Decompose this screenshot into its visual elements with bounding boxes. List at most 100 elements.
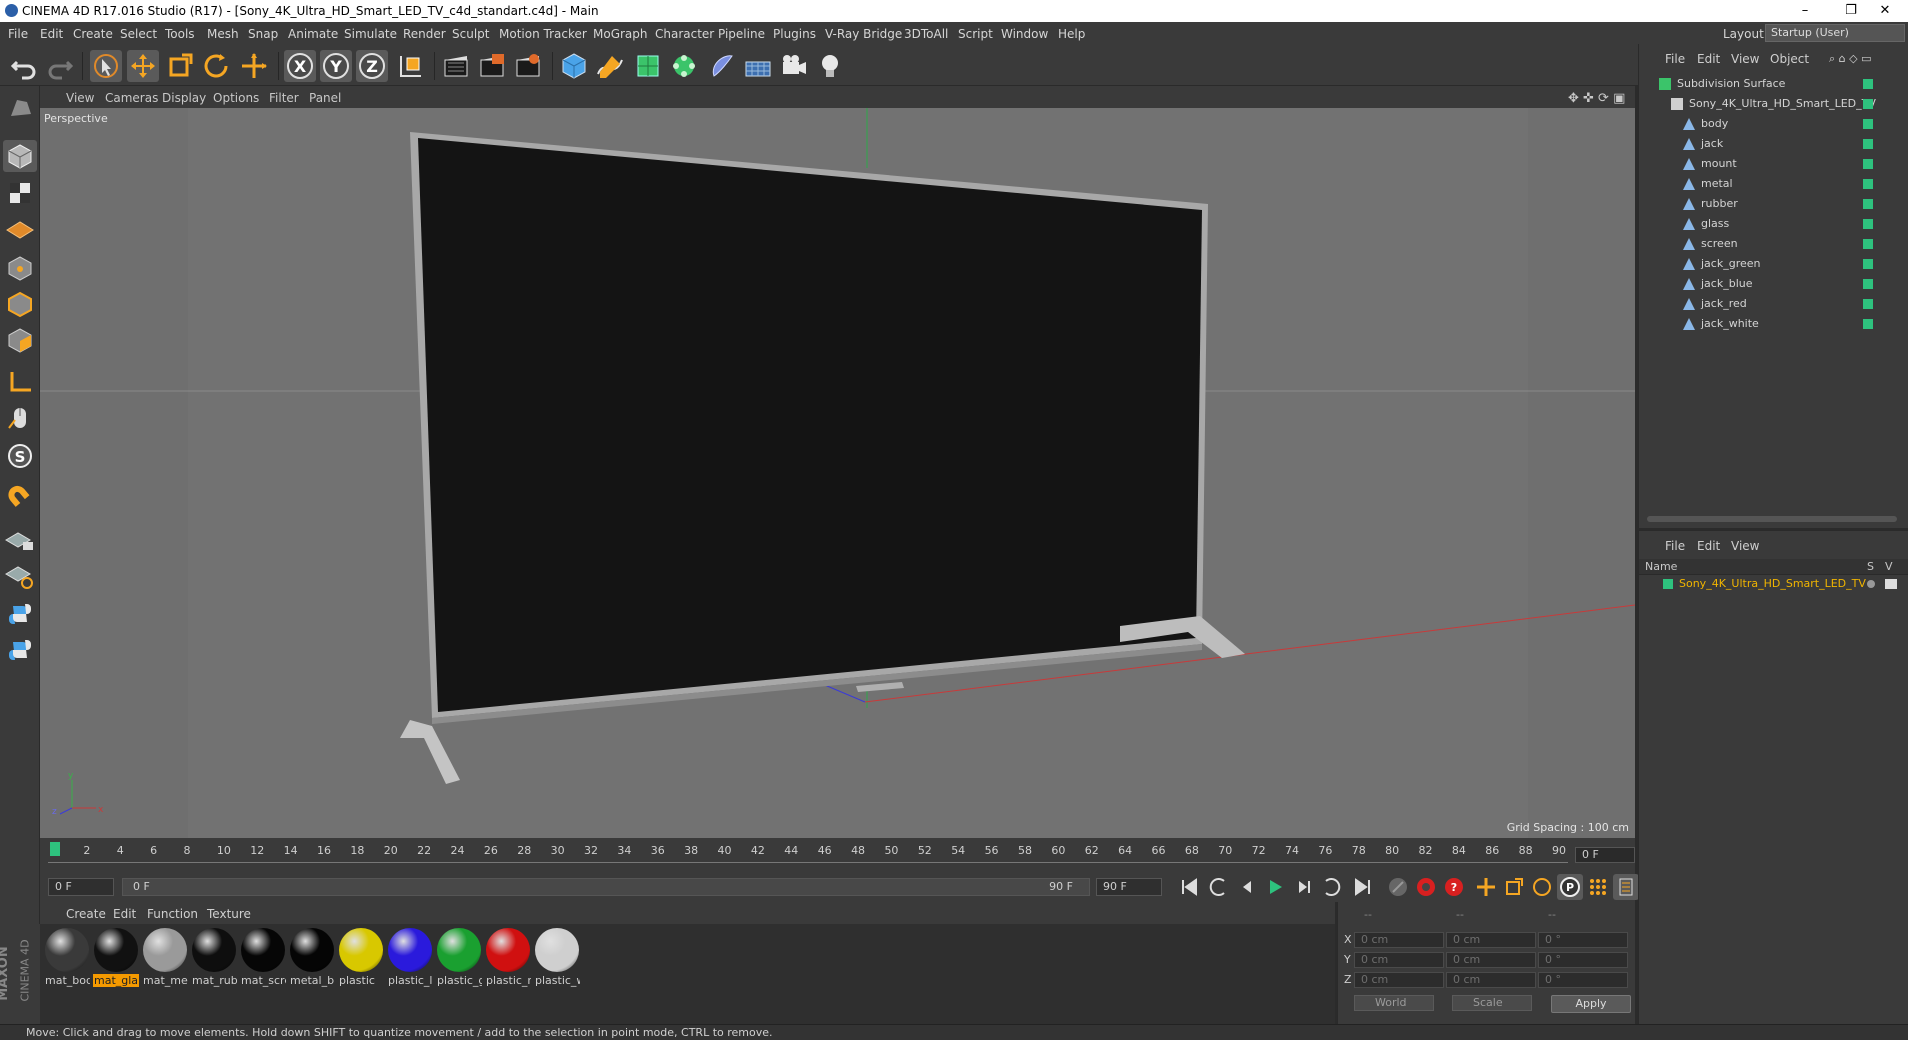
menu-3dtoall[interactable]: 3DToAll	[904, 27, 948, 41]
object-row[interactable]: jack	[1639, 134, 1877, 154]
loop-icon[interactable]	[1318, 874, 1344, 900]
layer-visibility-icon[interactable]	[1885, 579, 1897, 589]
menu-pipeline[interactable]: Pipeline	[718, 27, 765, 41]
menu-simulate[interactable]: Simulate	[344, 27, 397, 41]
workplane-lock-icon[interactable]	[3, 524, 37, 556]
material-item[interactable]: metal_b	[289, 928, 335, 987]
array-icon[interactable]	[668, 50, 700, 82]
layer-menu-edit[interactable]: Edit	[1697, 539, 1720, 553]
material-item[interactable]: plastic_g	[436, 928, 482, 987]
material-item[interactable]: mat_met	[142, 928, 188, 987]
object-menu-file[interactable]: File	[1665, 52, 1685, 66]
material-menu-texture[interactable]: Texture	[207, 907, 251, 921]
object-row[interactable]: mount	[1639, 154, 1877, 174]
object-enabled-check[interactable]	[1863, 119, 1873, 129]
menu-file[interactable]: File	[8, 27, 28, 41]
x-axis-icon[interactable]: X	[284, 50, 316, 82]
viewport-menu-options[interactable]: Options	[213, 91, 259, 105]
object-row-root[interactable]: Subdivision Surface	[1639, 74, 1877, 94]
menu-tools[interactable]: Tools	[165, 27, 195, 41]
object-enabled-check[interactable]	[1863, 279, 1873, 289]
z-axis-icon[interactable]: Z	[356, 50, 388, 82]
tweak-mode-icon[interactable]	[3, 402, 37, 434]
play-icon[interactable]	[1262, 874, 1288, 900]
key-position-icon[interactable]	[1473, 874, 1499, 900]
coord-value-field[interactable]: 0 cm	[1354, 932, 1444, 948]
object-enabled-check[interactable]	[1863, 319, 1873, 329]
layout-select[interactable]: Startup (User)	[1765, 24, 1905, 42]
object-enabled-check[interactable]	[1863, 239, 1873, 249]
record-keyframe-icon[interactable]	[1413, 874, 1439, 900]
undo-icon[interactable]	[8, 50, 40, 82]
polygons-mode-icon[interactable]	[3, 324, 37, 356]
object-manager-scrollbar[interactable]	[1647, 516, 1897, 522]
goto-end-icon[interactable]	[1350, 874, 1376, 900]
object-enabled-check[interactable]	[1863, 99, 1873, 109]
key-parameter-icon[interactable]: P	[1557, 874, 1583, 900]
render-view-icon[interactable]	[440, 50, 472, 82]
workplane-rotate-icon[interactable]	[3, 560, 37, 592]
menu-plugins[interactable]: Plugins	[773, 27, 816, 41]
menu-render[interactable]: Render	[403, 27, 446, 41]
autokey-icon[interactable]: ?	[1441, 874, 1467, 900]
edit-render-settings-icon[interactable]	[512, 50, 544, 82]
menu-sculpt[interactable]: Sculpt	[452, 27, 489, 41]
timeline-ruler[interactable]: 0246810121416182022242628303234363840424…	[40, 838, 1635, 872]
edges-mode-icon[interactable]	[3, 288, 37, 320]
model-mode-icon[interactable]	[3, 140, 37, 172]
object-row-group[interactable]: Sony_4K_Ultra_HD_Smart_LED_TV	[1639, 94, 1877, 114]
start-frame-field[interactable]: 0 F	[48, 878, 114, 896]
object-row[interactable]: jack_white	[1639, 314, 1877, 334]
points-mode-icon[interactable]	[3, 252, 37, 284]
menu-select[interactable]: Select	[120, 27, 157, 41]
end-frame-field[interactable]: 90 F	[1096, 878, 1162, 896]
material-item[interactable]: mat_bod	[44, 928, 90, 987]
cube-icon[interactable]	[558, 50, 590, 82]
coord-value-field[interactable]: 0 cm	[1354, 972, 1444, 988]
object-enabled-check[interactable]	[1863, 199, 1873, 209]
menu-snap[interactable]: Snap	[248, 27, 278, 41]
magnet-icon[interactable]	[3, 482, 37, 514]
layer-solo-icon[interactable]	[1867, 580, 1875, 588]
menu-help[interactable]: Help	[1058, 27, 1085, 41]
object-enabled-check[interactable]	[1863, 79, 1873, 89]
layer-menu-file[interactable]: File	[1665, 539, 1685, 553]
current-frame-field[interactable]: 0 F	[1575, 847, 1635, 863]
key-pla-icon[interactable]	[1585, 874, 1611, 900]
material-item[interactable]: plastic	[338, 928, 384, 987]
menu-character[interactable]: Character	[655, 27, 714, 41]
pen-spline-icon[interactable]	[594, 50, 626, 82]
render-picture-viewer-icon[interactable]	[476, 50, 508, 82]
coord-value-field[interactable]: 0 °	[1538, 932, 1628, 948]
perspective-viewport[interactable]: y z x Perspective Grid Spacing : 100 cm	[40, 108, 1635, 838]
python-script-icon[interactable]	[3, 598, 37, 630]
object-menu-edit[interactable]: Edit	[1697, 52, 1720, 66]
object-enabled-check[interactable]	[1863, 259, 1873, 269]
object-row[interactable]: screen	[1639, 234, 1877, 254]
viewport-menu-filter[interactable]: Filter	[269, 91, 299, 105]
deformer-icon[interactable]	[706, 50, 738, 82]
viewport-menu-panel[interactable]: Panel	[309, 91, 341, 105]
scale-icon[interactable]	[164, 50, 196, 82]
object-menu-object[interactable]: Object	[1770, 52, 1809, 66]
y-axis-icon[interactable]: Y	[320, 50, 352, 82]
viewport-menu-cameras[interactable]: Cameras	[105, 91, 158, 105]
viewport-menu-display[interactable]: Display	[162, 91, 206, 105]
coord-value-field[interactable]: 0 cm	[1446, 952, 1536, 968]
object-row[interactable]: rubber	[1639, 194, 1877, 214]
menu-window[interactable]: Window	[1001, 27, 1048, 41]
minimize-button[interactable]: –	[1782, 1, 1828, 21]
object-row[interactable]: body	[1639, 114, 1877, 134]
layer-row[interactable]: Sony_4K_Ultra_HD_Smart_LED_TV	[1639, 576, 1908, 592]
object-enabled-check[interactable]	[1863, 219, 1873, 229]
recent-tool-icon[interactable]	[238, 50, 270, 82]
live-select-icon[interactable]	[90, 50, 122, 82]
move-icon[interactable]	[127, 50, 159, 82]
object-enabled-check[interactable]	[1863, 139, 1873, 149]
floor-icon[interactable]	[742, 50, 774, 82]
material-menu-function[interactable]: Function	[147, 907, 198, 921]
object-row[interactable]: jack_blue	[1639, 274, 1877, 294]
texture-mode-icon[interactable]	[3, 176, 37, 208]
material-item[interactable]: mat_gla	[93, 928, 139, 987]
coord-system-icon[interactable]	[394, 50, 426, 82]
